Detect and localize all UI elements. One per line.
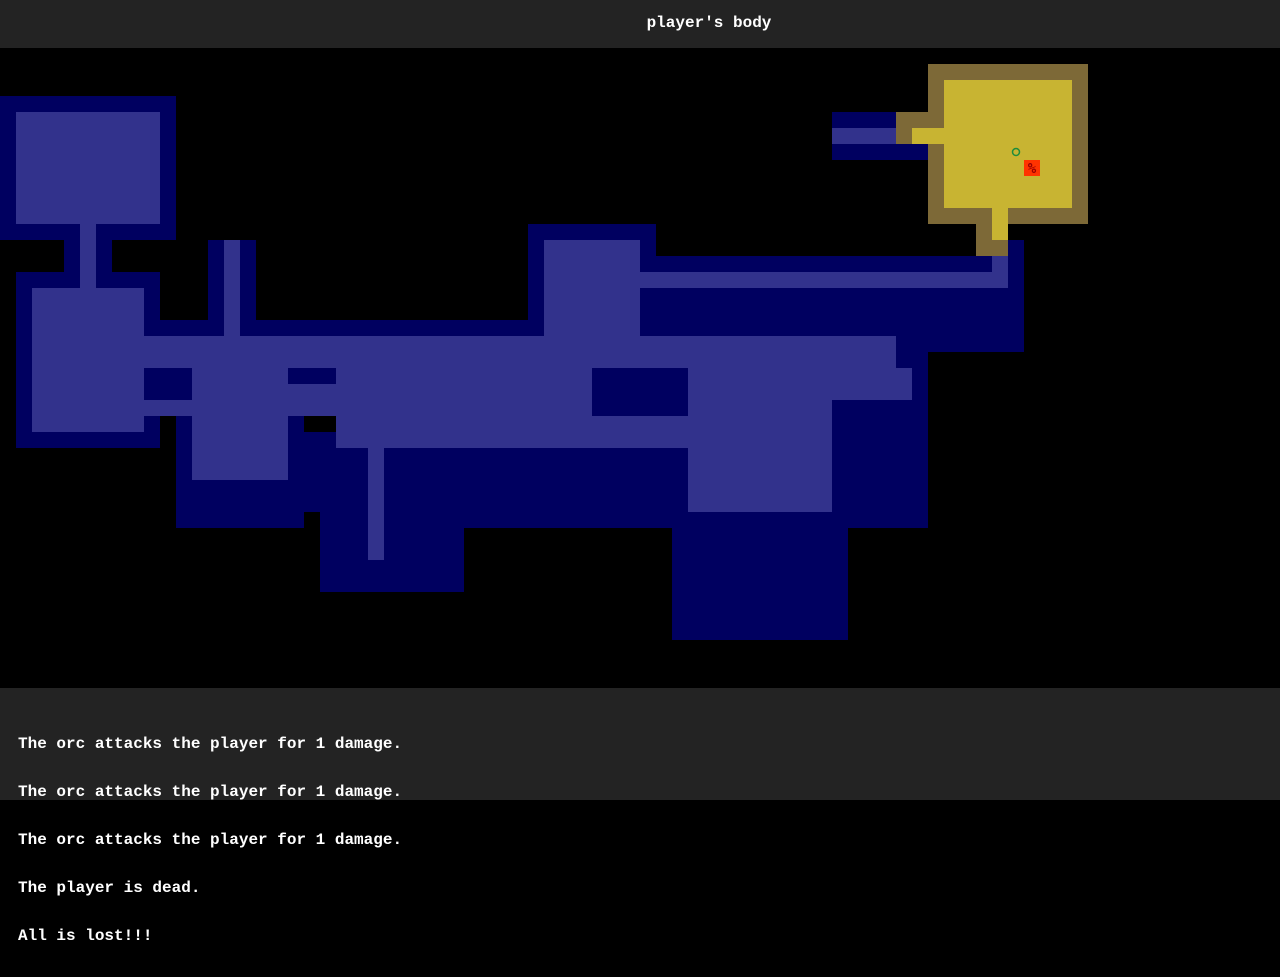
lit-floor-tile xyxy=(992,208,1008,240)
message-log-lines: The orc attacks the player for 1 damage.… xyxy=(18,704,402,976)
dungeon-map[interactable]: % xyxy=(0,48,1280,688)
dark-floor-tile xyxy=(544,240,640,352)
dark-floor-tile xyxy=(32,288,144,432)
dark-floor-tile xyxy=(224,240,240,352)
dark-floor-tile xyxy=(688,400,832,512)
corpse-symbol: % xyxy=(1028,161,1037,177)
dark-wall-tile xyxy=(592,368,688,400)
dark-floor-tile xyxy=(368,448,384,560)
dark-wall-tile xyxy=(144,368,192,400)
dark-floor-tile xyxy=(336,432,448,448)
dark-wall-tile xyxy=(288,368,336,384)
map-canvas[interactable]: % xyxy=(0,48,1280,688)
log-message: The orc attacks the player for 1 damage. xyxy=(18,735,403,753)
log-message: The player is dead. xyxy=(18,879,201,897)
log-message: The orc attacks the player for 1 damage. xyxy=(18,783,403,801)
dark-floor-tile xyxy=(16,112,160,224)
hover-info-bar: player's body xyxy=(0,0,1280,48)
dark-floor-tile xyxy=(640,272,1008,288)
dark-floor-tile xyxy=(448,416,688,432)
log-message: The orc attacks the player for 1 damage. xyxy=(18,831,403,849)
hover-info-text: player's body xyxy=(646,14,772,32)
message-log: The orc attacks the player for 1 damage.… xyxy=(0,688,1280,944)
lit-floor-tile xyxy=(912,128,944,144)
log-message: All is lost!!! xyxy=(18,927,153,945)
corpse-glyph: % xyxy=(1024,160,1040,177)
dark-floor-tile xyxy=(80,224,96,288)
dark-floor-tile xyxy=(832,128,896,144)
dark-floor-tile xyxy=(992,256,1008,272)
dark-floor-tile xyxy=(144,368,912,400)
lit-floor-tile xyxy=(944,80,1072,208)
dark-floor-tile xyxy=(192,400,288,480)
dark-wall-tile xyxy=(320,432,464,592)
dark-floor-tile xyxy=(144,336,896,368)
